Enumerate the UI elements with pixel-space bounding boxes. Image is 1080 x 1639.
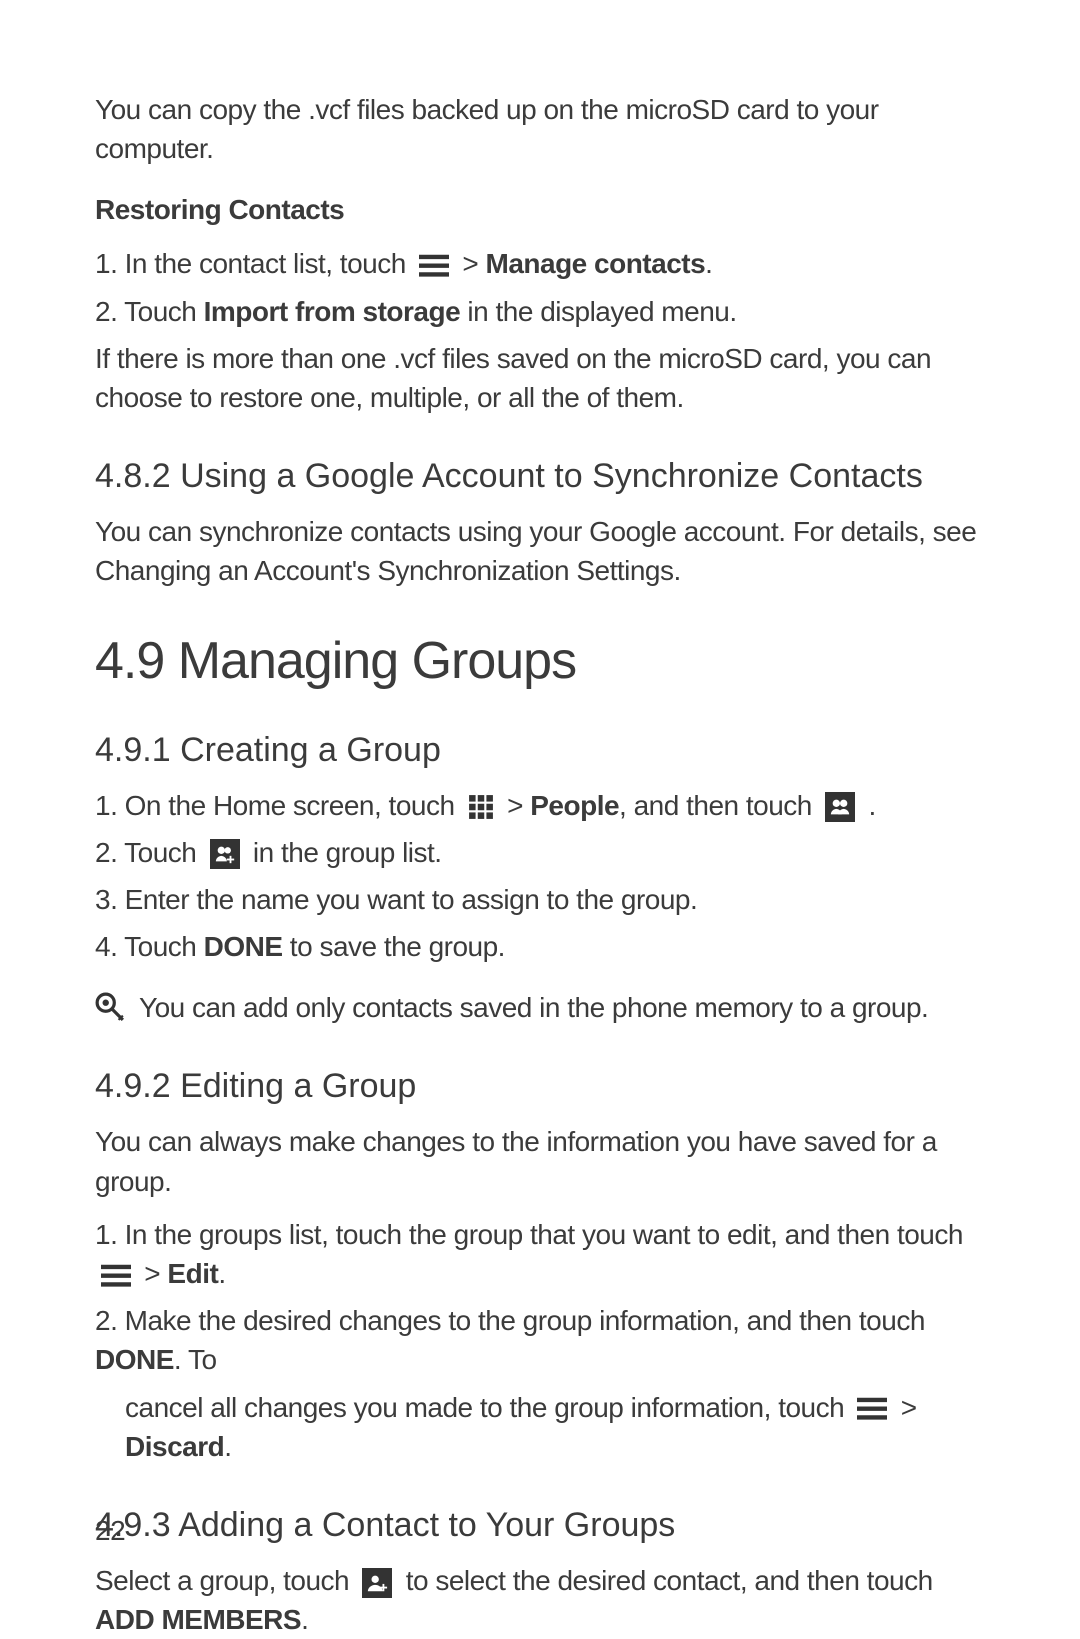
text: 2. Touch: [95, 296, 204, 327]
text: . To: [174, 1344, 217, 1375]
text: .: [705, 248, 712, 279]
sec491-step-3: 3. Enter the name you want to assign to …: [95, 880, 985, 919]
sec491-step-1: 1. On the Home screen, touch > People, a…: [95, 786, 985, 825]
text: cancel all changes you made to the group…: [125, 1392, 851, 1423]
text: , and then touch: [619, 790, 819, 821]
section-493-body: Select a group, touch to select the desi…: [95, 1561, 985, 1639]
group-add-icon: [210, 839, 240, 869]
text: >: [462, 248, 485, 279]
intro-paragraph: You can copy the .vcf files backed up on…: [95, 90, 985, 168]
text: .: [218, 1258, 225, 1289]
text: 1. In the contact list, touch: [95, 248, 413, 279]
text: to select the desired contact, and then …: [406, 1565, 933, 1596]
manage-contacts-label: Manage contacts: [486, 248, 706, 279]
text: Select a group, touch: [95, 1565, 356, 1596]
sec491-note: You can add only contacts saved in the p…: [95, 988, 985, 1027]
discard-label: Discard: [125, 1431, 224, 1462]
text: >: [144, 1258, 167, 1289]
section-491-heading: 4.9.1 Creating a Group: [95, 731, 985, 770]
section-49-heading: 4.9 Managing Groups: [95, 631, 985, 691]
text: 1. In the groups list, touch the group t…: [95, 1219, 963, 1250]
add-members-label: ADD MEMBERS: [95, 1604, 301, 1635]
import-from-storage-label: Import from storage: [204, 296, 461, 327]
done-label: DONE: [204, 931, 283, 962]
note-icon: [95, 992, 125, 1022]
apps-icon: [468, 794, 494, 820]
text: to save the group.: [283, 931, 505, 962]
group-icon: [825, 792, 855, 822]
sec491-step-4: 4. Touch DONE to save the group.: [95, 927, 985, 966]
restoring-step-1: 1. In the contact list, touch > Manage c…: [95, 244, 985, 283]
person-add-icon: [362, 1568, 392, 1598]
restoring-note: If there is more than one .vcf files sav…: [95, 339, 985, 417]
people-label: People: [530, 790, 619, 821]
text: .: [301, 1604, 308, 1635]
sec492-step-2-cont: cancel all changes you made to the group…: [95, 1388, 985, 1466]
menu-icon: [101, 1264, 131, 1288]
text: 2. Touch: [95, 837, 204, 868]
section-493-heading: 4.9.3 Adding a Contact to Your Groups: [95, 1506, 985, 1545]
text: 1. On the Home screen, touch: [95, 790, 462, 821]
menu-icon: [857, 1397, 887, 1421]
text: in the displayed menu.: [460, 296, 736, 327]
text: 4. Touch: [95, 931, 204, 962]
text: .: [868, 790, 875, 821]
sec492-step-1: 1. In the groups list, touch the group t…: [95, 1215, 985, 1293]
text: >: [507, 790, 530, 821]
sec492-step-2: 2. Make the desired changes to the group…: [95, 1301, 985, 1379]
restoring-heading: Restoring Contacts: [95, 194, 985, 226]
restoring-step-2: 2. Touch Import from storage in the disp…: [95, 292, 985, 331]
text: .: [224, 1431, 231, 1462]
page-content: You can copy the .vcf files backed up on…: [0, 0, 1080, 1617]
sec491-step-2: 2. Touch in the group list.: [95, 833, 985, 872]
section-482-heading: 4.8.2 Using a Google Account to Synchron…: [95, 457, 985, 496]
text: >: [901, 1392, 917, 1423]
section-482-body: You can synchronize contacts using your …: [95, 512, 985, 590]
section-492-intro: You can always make changes to the infor…: [95, 1122, 985, 1200]
page-number: 22: [95, 1515, 125, 1547]
text: in the group list.: [253, 837, 442, 868]
menu-icon: [419, 254, 449, 278]
edit-label: Edit: [167, 1258, 218, 1289]
done-label: DONE: [95, 1344, 174, 1375]
text: 2. Make the desired changes to the group…: [95, 1305, 925, 1336]
note-text: You can add only contacts saved in the p…: [139, 988, 928, 1027]
section-492-heading: 4.9.2 Editing a Group: [95, 1067, 985, 1106]
